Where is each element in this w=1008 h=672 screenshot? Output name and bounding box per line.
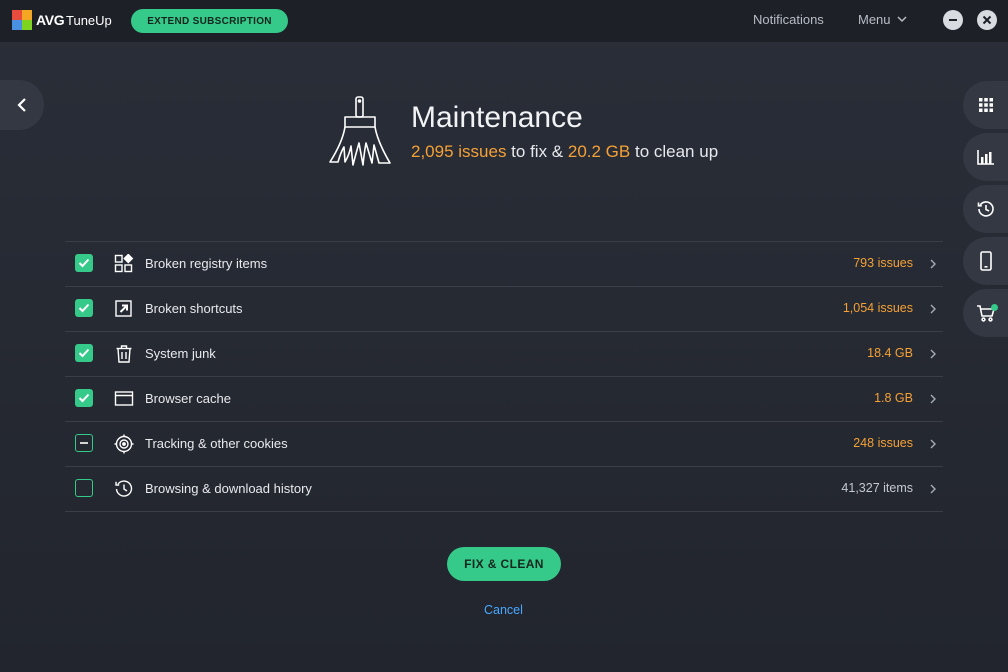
- minimize-icon: [949, 19, 957, 21]
- item-value: 248 issues: [853, 436, 913, 450]
- checkbox[interactable]: [75, 254, 93, 272]
- chevron-right-icon: [930, 304, 936, 314]
- browser-window-icon: [114, 391, 134, 406]
- cleanup-size: 20.2 GB: [567, 142, 631, 161]
- indeterminate-icon: [80, 442, 88, 444]
- performance-report-button[interactable]: [963, 133, 1008, 181]
- item-label: Broken shortcuts: [145, 301, 243, 316]
- back-button[interactable]: [0, 80, 44, 130]
- item-value: 1.8 GB: [874, 391, 913, 405]
- extend-subscription-button[interactable]: EXTEND SUBSCRIPTION: [131, 9, 288, 33]
- checkmark-icon: [78, 303, 90, 313]
- rescue-center-button[interactable]: [963, 185, 1008, 233]
- shortcut-icon: [115, 300, 132, 317]
- history-icon: [115, 480, 133, 497]
- registry-icon: [114, 254, 134, 273]
- item-label: Broken registry items: [145, 256, 268, 271]
- trash-icon: [116, 345, 132, 363]
- all-functions-button[interactable]: [963, 81, 1008, 129]
- list-item-broken-shortcuts[interactable]: Broken shortcuts 1,054 issues: [65, 287, 943, 332]
- mobile-devices-button[interactable]: [963, 237, 1008, 285]
- menu-dropdown[interactable]: Menu: [858, 12, 907, 27]
- chevron-right-icon: [930, 259, 936, 269]
- item-value: 18.4 GB: [867, 346, 913, 360]
- item-label: Browser cache: [145, 391, 231, 406]
- minimize-button[interactable]: [943, 10, 963, 30]
- chevron-right-icon: [930, 484, 936, 494]
- shop-button[interactable]: [963, 289, 1008, 337]
- maintenance-items-list: Broken registry items 793 issues Broken …: [65, 241, 943, 512]
- close-button[interactable]: [977, 10, 997, 30]
- grid-icon: [978, 98, 993, 112]
- notification-dot: [991, 304, 998, 311]
- checkmark-icon: [78, 348, 90, 358]
- checkbox[interactable]: [75, 389, 93, 407]
- checkmark-icon: [78, 258, 90, 268]
- checkmark-icon: [78, 393, 90, 403]
- list-item-broken-registry[interactable]: Broken registry items 793 issues: [65, 242, 943, 287]
- checkbox[interactable]: [75, 434, 93, 452]
- cancel-link[interactable]: Cancel: [484, 603, 523, 617]
- chevron-right-icon: [930, 394, 936, 404]
- item-label: Tracking & other cookies: [145, 436, 288, 451]
- page-summary: 2,095 issues to fix & 20.2 GB to clean u…: [411, 142, 718, 162]
- chevron-down-icon: [897, 16, 907, 23]
- list-item-tracking-cookies[interactable]: Tracking & other cookies 248 issues: [65, 422, 943, 467]
- restore-history-icon: [977, 201, 994, 217]
- chevron-left-icon: [17, 98, 26, 112]
- chevron-right-icon: [930, 349, 936, 359]
- item-label: Browsing & download history: [145, 481, 312, 496]
- bar-chart-icon: [976, 150, 994, 165]
- checkbox[interactable]: [75, 299, 93, 317]
- smartphone-icon: [979, 251, 992, 271]
- issues-count: 2,095 issues: [411, 142, 507, 161]
- menu-label: Menu: [858, 12, 891, 27]
- page-title: Maintenance: [411, 101, 583, 134]
- item-value: 1,054 issues: [842, 301, 913, 315]
- avg-logo-icon: [12, 10, 32, 30]
- close-icon: [982, 15, 992, 25]
- brush-icon: [329, 96, 391, 166]
- checkbox[interactable]: [75, 344, 93, 362]
- checkbox[interactable]: [75, 479, 93, 497]
- list-item-browser-cache[interactable]: Browser cache 1.8 GB: [65, 377, 943, 422]
- target-icon: [114, 434, 134, 454]
- product-name: TuneUp: [66, 13, 112, 28]
- item-label: System junk: [145, 346, 216, 361]
- summary-text-end: to clean up: [630, 142, 719, 161]
- list-item-browsing-history[interactable]: Browsing & download history 41,327 items: [65, 467, 943, 512]
- title-bar: AVG TuneUp EXTEND SUBSCRIPTION Notificat…: [0, 0, 1008, 42]
- brand-name: AVG: [36, 12, 65, 28]
- fix-and-clean-button[interactable]: FIX & CLEAN: [447, 547, 561, 581]
- notifications-link[interactable]: Notifications: [753, 12, 824, 27]
- chevron-right-icon: [930, 439, 936, 449]
- summary-text-middle: to fix &: [506, 142, 568, 161]
- list-item-system-junk[interactable]: System junk 18.4 GB: [65, 332, 943, 377]
- item-value: 41,327 items: [841, 481, 913, 495]
- item-value: 793 issues: [853, 256, 913, 270]
